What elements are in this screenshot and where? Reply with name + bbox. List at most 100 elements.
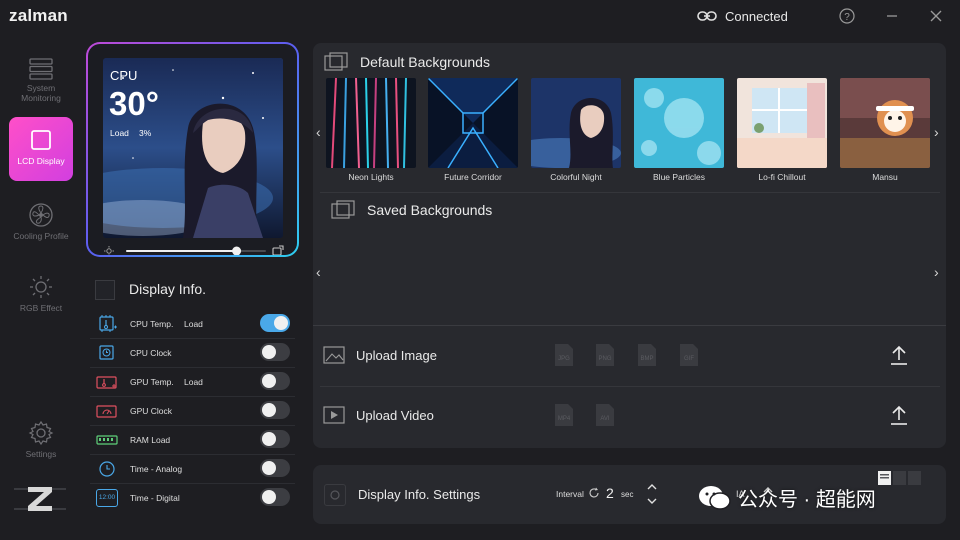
layout-grid-icon[interactable] [878,471,922,492]
sidebar-item-label: RGB Effect [19,303,63,313]
divider [313,325,946,326]
cpu-clock-icon [99,345,114,360]
lcd-screen-icon [31,130,51,150]
zalman-logo: zalman [9,6,68,25]
brand-mark-icon [14,484,66,519]
preview-load-value: 3% [139,128,152,138]
info-row-ram-load: RAM Load [90,426,295,455]
toggle-ram-load[interactable] [260,430,290,448]
gpu-clock-icon [96,405,117,418]
bg-thumb-neon-lights[interactable] [326,78,416,168]
bg-label: Mansu [872,172,898,182]
sidebar-item-lcd-display[interactable]: LCD Display [9,117,73,181]
svg-text:?: ? [844,12,850,23]
saved-backgrounds-header: Saved Backgrounds [331,200,492,220]
default-prev-arrow[interactable]: ‹ [316,124,321,140]
bg-thumb-mansu[interactable] [840,78,930,168]
bg-thumb-future-corridor[interactable] [428,78,518,168]
bg-thumb-lofi-chillout[interactable] [737,78,827,168]
info-row-gpu-clock: GPU Clock [90,397,295,426]
gpu-temp-icon [96,376,117,389]
images-stack-icon [331,200,355,219]
chevron-down-icon [647,498,657,504]
rotate-screen-icon [272,245,284,255]
close-icon[interactable] [925,5,947,27]
interval-unit: sec [621,490,634,499]
image-icon [323,346,345,364]
toggle-time-digital[interactable] [260,488,290,506]
brightness-slider-knob[interactable] [232,246,242,256]
sun-icon [30,276,52,298]
info-label: GPU Clock [130,406,173,416]
minimize-icon[interactable] [881,5,903,27]
interval-label: Interval [556,489,584,499]
bmp-file-icon: BMP [636,343,658,367]
default-backgrounds-header: Default Backgrounds [324,52,490,72]
bg-thumb-colorful-night[interactable] [531,78,621,168]
connection-status[interactable]: Connected [697,7,788,25]
link-icon [697,11,717,21]
upload-video-button[interactable] [889,404,909,431]
info-label: CPU Clock [130,348,172,358]
info-row-time-analog: Time - Analog [90,455,295,484]
help-icon[interactable]: ? [836,5,858,27]
sidebar-item-rgb-effect[interactable]: RGB Effect [9,268,73,332]
info-label: Time - Analog [130,464,183,474]
info-sub-label: Load [184,377,203,387]
png-file-icon: PNG [594,343,616,367]
sidebar-item-system-monitoring[interactable]: System Monitoring [9,52,73,116]
avi-file-icon: AVI [594,403,616,427]
cpu-temp-icon [99,315,117,332]
upload-video-label: Upload Video [356,407,434,423]
gear-icon [28,420,54,446]
title-bar: zalman Connected ? [0,0,960,32]
interval-stepper[interactable] [646,481,658,512]
toggle-cpu-clock[interactable] [260,343,290,361]
svg-text:GIF: GIF [684,356,694,362]
sidebar-item-settings[interactable]: Settings [9,414,73,478]
chevron-up-icon [647,484,657,490]
server-icon [29,58,53,80]
saved-prev-arrow[interactable]: ‹ [316,264,321,280]
upload-image-row[interactable]: Upload Image [320,336,940,374]
fan-icon [29,203,53,227]
info-row-cpu-clock: CPU Clock [90,339,295,368]
sidebar-item-label: LCD Display [17,156,65,166]
svg-text:JPG: JPG [558,356,570,362]
bg-label: Neon Lights [348,172,394,182]
display-info-title: Display Info. [129,281,207,297]
display-info-checkbox[interactable] [95,280,115,300]
sidebar-item-label: Settings [25,449,57,459]
info-label: CPU Temp. [130,319,174,329]
toggle-gpu-temp[interactable] [260,372,290,390]
interval-value[interactable]: 2 [606,485,614,501]
clock-icon [99,461,115,477]
upload-video-row[interactable]: Upload Video [320,396,940,434]
info-label: GPU Temp. [130,377,174,387]
upload-icon [891,405,907,425]
info-row-time-digital: 12:00 Time - Digital [90,484,295,512]
digital-clock-icon: 12:00 [96,489,118,507]
bg-label: Lo-fi Chillout [758,172,806,182]
info-row-gpu-temp: GPU Temp. Load [90,368,295,397]
info-label: Time - Digital [130,493,180,503]
toggle-cpu-temp[interactable] [260,314,290,332]
bg-thumb-blue-particles[interactable] [634,78,724,168]
brightness-control [102,244,286,255]
wechat-icon [699,485,731,510]
divider [320,192,940,193]
saved-next-arrow[interactable]: › [934,264,939,280]
toggle-time-analog[interactable] [260,459,290,477]
upload-icon [891,345,907,365]
default-next-arrow[interactable]: › [934,124,939,140]
toggle-gpu-clock[interactable] [260,401,290,419]
preview-temperature: 30° [109,85,159,122]
lcd-preview-image[interactable]: CPU 30° Load 3% [103,58,283,238]
settings-box-icon [324,484,346,506]
sidebar-item-label: Cooling Profile [13,231,69,241]
svg-text:BMP: BMP [640,356,653,362]
svg-text:AVI: AVI [600,416,610,422]
sidebar-item-cooling-profile[interactable]: Cooling Profile [9,196,73,260]
bg-label: Blue Particles [653,172,705,182]
upload-image-button[interactable] [889,344,909,371]
